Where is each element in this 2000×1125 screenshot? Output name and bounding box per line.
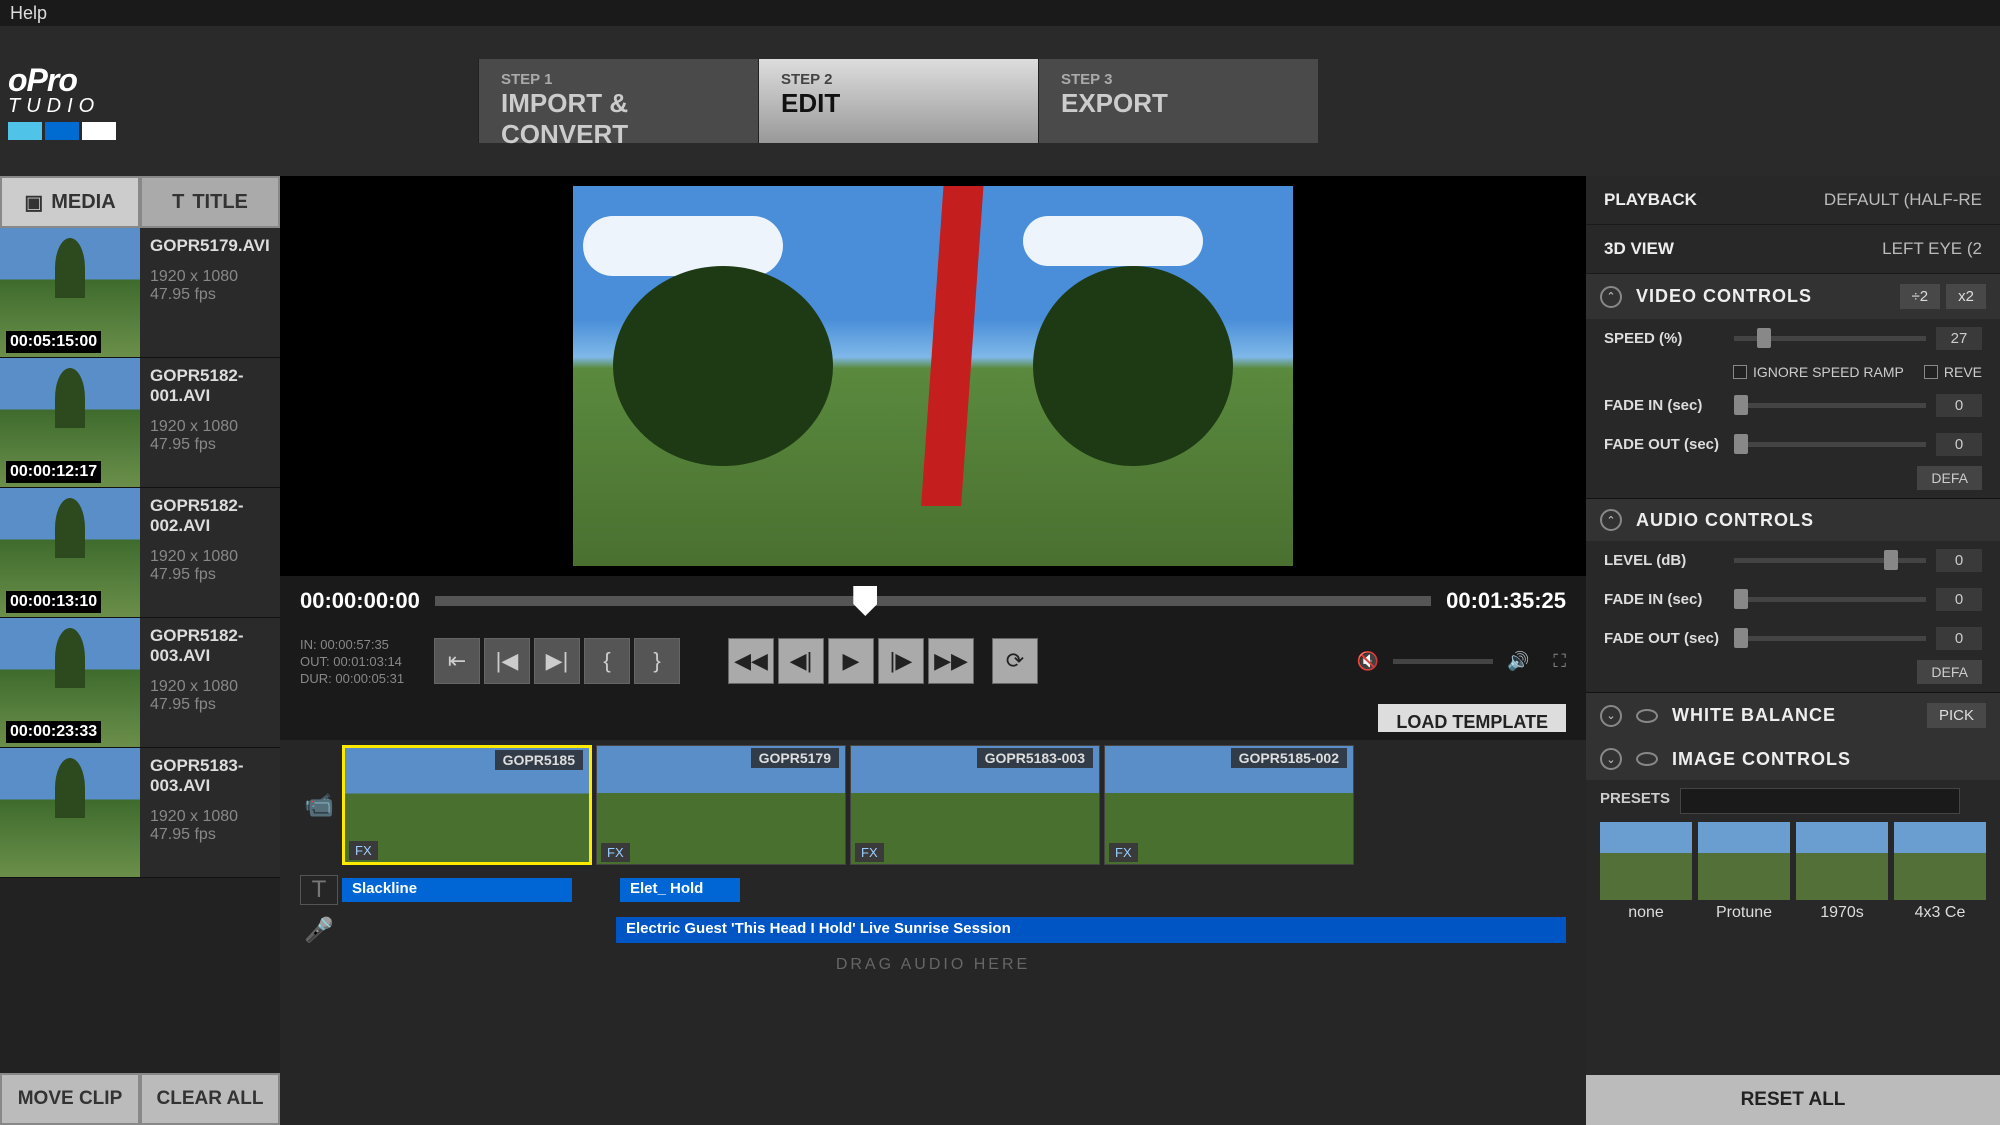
image-controls-header[interactable]: ⌄IMAGE CONTROLS — [1586, 738, 2000, 780]
pick-button[interactable]: PICK — [1927, 703, 1986, 728]
video-default-button[interactable]: DEFA — [1917, 466, 1982, 490]
afadeout-slider[interactable] — [1734, 636, 1926, 641]
tab-media[interactable]: ▣MEDIA — [0, 176, 140, 228]
split-left-button[interactable]: { — [584, 638, 630, 684]
3dview-label: 3D VIEW — [1604, 239, 1674, 259]
step-edit[interactable]: STEP 2EDIT — [758, 59, 1038, 143]
white-balance-header[interactable]: ⌄WHITE BALANCEPICK — [1586, 693, 2000, 738]
preset-item[interactable]: 1970s — [1796, 822, 1888, 926]
audio-default-button[interactable]: DEFA — [1917, 660, 1982, 684]
preset-input[interactable] — [1680, 788, 1960, 814]
preset-item[interactable]: 4x3 Ce — [1894, 822, 1986, 926]
clip-item[interactable]: 00:00:23:33GOPR5182-003.AVI1920 x 108047… — [0, 618, 280, 748]
mute-icon[interactable]: 🔇 — [1357, 651, 1379, 672]
drag-audio-hint: DRAG AUDIO HERE — [300, 950, 1566, 980]
clip-item[interactable]: 00:00:13:10GOPR5182-002.AVI1920 x 108047… — [0, 488, 280, 618]
volume-slider[interactable] — [1393, 659, 1493, 664]
clip-item[interactable]: 00:00:12:17GOPR5182-001.AVI1920 x 108047… — [0, 358, 280, 488]
step-import[interactable]: STEP 1IMPORT & CONVERT — [478, 59, 758, 143]
collapse-icon[interactable]: ⌃ — [1600, 286, 1622, 308]
fadeout-slider[interactable] — [1734, 442, 1926, 447]
menubar: Help — [0, 0, 2000, 26]
title-track-icon: T — [300, 875, 338, 905]
double-speed-button[interactable]: x2 — [1946, 284, 1986, 309]
timeline-clip[interactable]: GOPR5185-002FX — [1104, 745, 1354, 865]
audio-clip[interactable]: Electric Guest 'This Head I Hold' Live S… — [616, 917, 1566, 943]
playback-label: PLAYBACK — [1604, 190, 1697, 210]
presets-section: PRESETS none Protune 1970s 4x3 Ce — [1586, 780, 2000, 934]
reverse-checkbox[interactable]: REVE — [1924, 364, 1982, 380]
playhead[interactable] — [853, 586, 877, 616]
workflow-steps: STEP 1IMPORT & CONVERT STEP 2EDIT STEP 3… — [478, 59, 1318, 143]
half-speed-button[interactable]: ÷2 — [1900, 284, 1941, 309]
timecode-current: 00:00:00:00 — [300, 588, 420, 614]
step-export[interactable]: STEP 3EXPORT — [1038, 59, 1318, 143]
controls-panel: PLAYBACK DEFAULT (HALF-RE 3D VIEW LEFT EYE… — [1586, 176, 2000, 1125]
video-controls-panel: ⌃VIDEO CONTROLS ÷2x2 SPEED (%)27 IGNORE … — [1586, 274, 2000, 499]
menu-help[interactable]: Help — [10, 3, 47, 23]
timeline: 📹 GOPR5185FX GOPR5179FX GOPR5183-003FX G… — [280, 740, 1586, 1125]
clip-bin: 00:05:15:00GOPR5179.AVI1920 x 108047.95 … — [0, 228, 280, 1073]
mark-in-button[interactable]: ⇤ — [434, 638, 480, 684]
afadein-slider[interactable] — [1734, 597, 1926, 602]
frame-fwd-button[interactable]: |▶ — [878, 638, 924, 684]
goto-end-button[interactable]: ▶| — [534, 638, 580, 684]
title-icon: T — [172, 191, 184, 214]
camera-icon: ▣ — [24, 190, 43, 215]
preview-frame — [573, 186, 1293, 566]
timeline-clip[interactable]: GOPR5179FX — [596, 745, 846, 865]
rewind-button[interactable]: ◀◀ — [728, 638, 774, 684]
level-slider[interactable] — [1734, 558, 1926, 563]
tab-title[interactable]: TTITLE — [140, 176, 280, 228]
eye-icon — [1636, 752, 1658, 766]
3dview-value[interactable]: LEFT EYE (2 — [1882, 239, 1982, 259]
clip-item[interactable]: GOPR5183-003.AVI1920 x 108047.95 fps — [0, 748, 280, 878]
editor-center: 00:00:00:00 00:01:35:25 IN: 00:00:57:35O… — [280, 176, 1586, 1125]
audio-track-icon: 🎤 — [300, 916, 338, 945]
goto-start-button[interactable]: |◀ — [484, 638, 530, 684]
reset-all-button[interactable]: RESET ALL — [1586, 1075, 2000, 1125]
eye-icon — [1636, 709, 1658, 723]
clear-all-button[interactable]: CLEAR ALL — [140, 1073, 280, 1125]
fadein-slider[interactable] — [1734, 403, 1926, 408]
timeline-clip[interactable]: GOPR5183-003FX — [850, 745, 1100, 865]
title-clip[interactable]: Elet_ Hold — [620, 878, 740, 902]
title-clip[interactable]: Slackline — [342, 878, 572, 902]
ignore-ramp-checkbox[interactable]: IGNORE SPEED RAMP — [1733, 364, 1904, 380]
collapse-icon[interactable]: ⌃ — [1600, 509, 1622, 531]
preset-item[interactable]: Protune — [1698, 822, 1790, 926]
volume-icon[interactable]: 🔊 — [1507, 651, 1529, 672]
timeline-clip[interactable]: GOPR5185FX — [342, 745, 592, 865]
timecode-end: 00:01:35:25 — [1446, 588, 1566, 614]
scrub-bar[interactable] — [435, 596, 1431, 606]
remove-clip-button[interactable]: MOVE CLIP — [0, 1073, 140, 1125]
speed-value[interactable]: 27 — [1936, 327, 1982, 350]
split-right-button[interactable]: } — [634, 638, 680, 684]
audio-controls-panel: ⌃AUDIO CONTROLS LEVEL (dB)0 FADE IN (sec… — [1586, 499, 2000, 693]
playback-value[interactable]: DEFAULT (HALF-RE — [1824, 190, 1982, 210]
play-button[interactable]: ▶ — [828, 638, 874, 684]
frame-back-button[interactable]: ◀| — [778, 638, 824, 684]
in-out-display: IN: 00:00:57:35OUT: 00:01:03:14DUR: 00:0… — [300, 636, 430, 687]
clip-item[interactable]: 00:05:15:00GOPR5179.AVI1920 x 108047.95 … — [0, 228, 280, 358]
fast-fwd-button[interactable]: ▶▶ — [928, 638, 974, 684]
video-track-icon: 📹 — [300, 791, 338, 820]
app-logo: oProTUDIO — [8, 62, 158, 140]
speed-slider[interactable] — [1734, 336, 1926, 341]
fullscreen-icon[interactable]: ⛶ — [1553, 651, 1566, 672]
media-panel: ▣MEDIA TTITLE 00:05:15:00GOPR5179.AVI192… — [0, 176, 280, 1125]
topbar: oProTUDIO STEP 1IMPORT & CONVERT STEP 2E… — [0, 26, 2000, 176]
preview-monitor — [280, 176, 1586, 576]
load-template-button[interactable]: LOAD TEMPLATE — [1378, 704, 1566, 732]
preset-item[interactable]: none — [1600, 822, 1692, 926]
loop-button[interactable]: ⟳ — [992, 638, 1038, 684]
